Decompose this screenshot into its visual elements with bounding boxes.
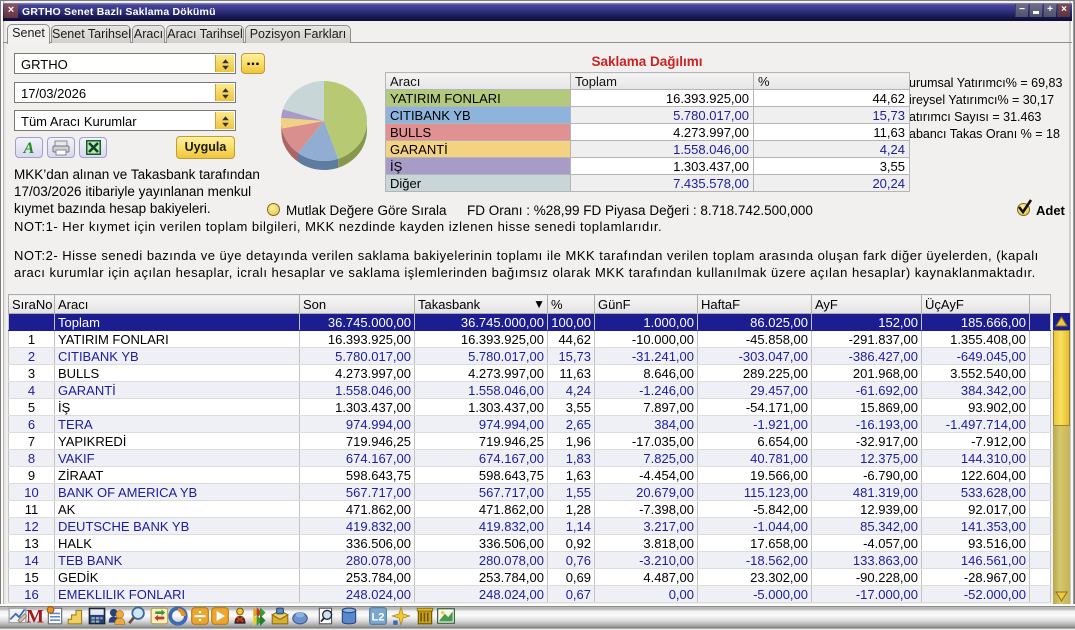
svg-text:M: M — [26, 607, 44, 626]
svg-text:A: A — [23, 140, 35, 157]
svg-text:L2: L2 — [372, 611, 385, 623]
